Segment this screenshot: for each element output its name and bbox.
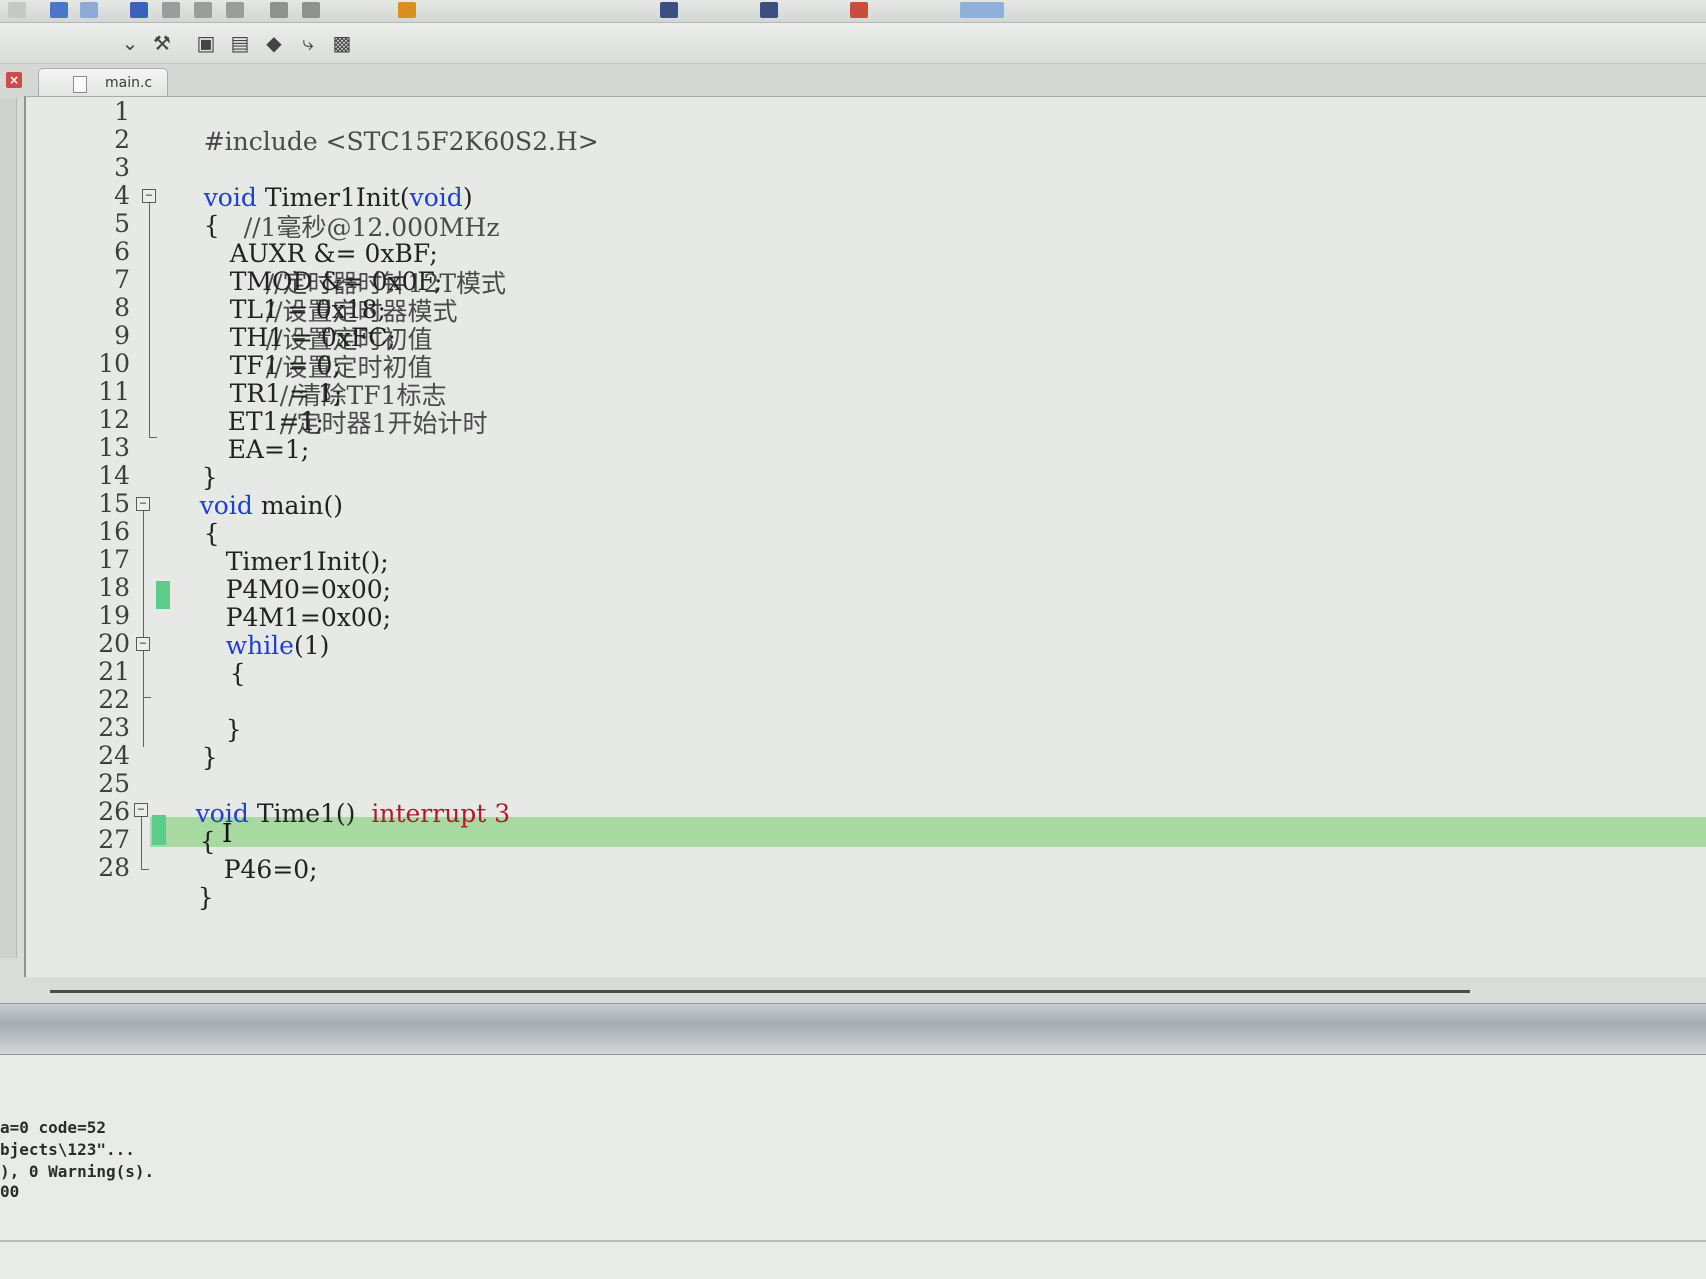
- fold-collapse-icon[interactable]: −: [134, 803, 148, 817]
- debug-icon[interactable]: [760, 2, 778, 18]
- line-number: 26: [98, 797, 130, 826]
- paren: ): [462, 183, 473, 212]
- line-number: 20: [98, 629, 130, 658]
- code-editor[interactable]: 1 2 3 4 5 6 7 8 9 10 11 12 13 14 15 16 1…: [24, 96, 1706, 977]
- fold-collapse-icon[interactable]: −: [142, 189, 156, 203]
- bookmark-icon[interactable]: [130, 2, 148, 18]
- line-number: 25: [98, 769, 130, 798]
- line-number: 2: [114, 125, 130, 154]
- tab-label: main.c: [105, 75, 153, 91]
- brace: }: [201, 743, 218, 772]
- function-name: Time1(): [248, 799, 364, 828]
- line-number: 12: [98, 405, 130, 434]
- horizontal-scrollbar[interactable]: [50, 990, 1470, 993]
- output-line: bjects\123"...: [0, 1140, 135, 1159]
- build-icon[interactable]: [398, 2, 416, 18]
- brace: {: [229, 659, 246, 688]
- line-number: 19: [98, 601, 130, 630]
- line-number: 6: [114, 237, 130, 266]
- redo-icon[interactable]: [80, 2, 98, 18]
- line-number: 7: [114, 265, 130, 294]
- output-line: a=0 code=52: [0, 1118, 106, 1137]
- statement: EA=1;: [227, 435, 310, 464]
- line-number: 10: [98, 349, 130, 378]
- pack-installer-icon[interactable]: ▣: [194, 31, 218, 55]
- manage-components-icon[interactable]: ◆: [262, 31, 286, 55]
- books-icon[interactable]: ▩: [330, 31, 354, 55]
- fold-guide-end: [141, 869, 149, 870]
- close-icon[interactable]: ×: [6, 72, 22, 88]
- line-number: 3: [114, 153, 130, 182]
- tab-main-c[interactable]: main.c: [38, 68, 168, 99]
- fold-guide: [141, 817, 142, 869]
- line-number: 18: [98, 573, 130, 602]
- editor-tab-bar: main.c: [0, 64, 1706, 99]
- line-number: 27: [98, 825, 130, 854]
- panel-divider: [0, 1240, 1706, 1242]
- outdent-icon[interactable]: [194, 2, 212, 18]
- line-number: 8: [114, 293, 130, 322]
- brace: }: [225, 715, 242, 744]
- line-number: 4: [114, 181, 130, 210]
- line-number: 14: [98, 461, 130, 490]
- line-number: 5: [114, 209, 130, 238]
- line-number: 17: [98, 545, 130, 574]
- output-line: 00: [0, 1182, 20, 1201]
- download-icon[interactable]: [660, 2, 678, 18]
- fold-guide: [149, 203, 150, 437]
- format-icon[interactable]: [302, 2, 320, 18]
- code-line-28: }: [150, 853, 214, 943]
- statement: P46=0;: [223, 855, 318, 884]
- line-number: 15: [98, 489, 130, 518]
- function-name: Timer1Init(: [256, 183, 410, 212]
- comment-icon[interactable]: [226, 2, 244, 18]
- fold-guide: [143, 511, 144, 747]
- project-panel-edge: [0, 98, 17, 958]
- breakpoint-icon[interactable]: [850, 2, 868, 18]
- line-number: 9: [114, 321, 130, 350]
- function-name: main(): [252, 491, 344, 520]
- interrupt-keyword: interrupt 3: [371, 799, 511, 828]
- keyword: void: [409, 183, 463, 212]
- build-output-panel: a=0 code=52 bjects\123"... ), 0 Warning(…: [0, 1055, 1706, 1279]
- indent-icon[interactable]: [162, 2, 180, 18]
- brace: }: [197, 883, 214, 912]
- fold-collapse-icon[interactable]: −: [136, 637, 150, 651]
- condition: (1): [293, 631, 330, 660]
- file-icon: [73, 76, 87, 93]
- line-number: 11: [98, 377, 130, 406]
- line-number: 24: [98, 741, 130, 770]
- run-time-env-icon[interactable]: ⤷: [296, 31, 320, 55]
- line-number: 16: [98, 517, 130, 546]
- line-number: 28: [98, 853, 130, 882]
- brace-match-highlight: [156, 581, 170, 609]
- secondary-toolbar: ⌄ ⚒ ▣ ▤ ◆ ⤷ ▩: [0, 23, 1706, 64]
- select-device-icon[interactable]: ▤: [228, 31, 252, 55]
- options-icon[interactable]: ⚒: [150, 31, 174, 55]
- panel-splitter[interactable]: [0, 1003, 1706, 1056]
- line-number-gutter: 1 2 3 4 5 6 7 8 9 10 11 12 13 14 15 16 1…: [26, 97, 134, 977]
- fold-collapse-icon[interactable]: −: [136, 497, 150, 511]
- line-number: 1: [114, 97, 130, 126]
- window-icon[interactable]: [960, 2, 1004, 18]
- preprocessor-directive: #include <STC15F2K60S2.H>: [203, 127, 599, 156]
- line-number: 13: [98, 433, 130, 462]
- line-number: 22: [98, 685, 130, 714]
- main-toolbar: [0, 0, 1706, 23]
- uncomment-icon[interactable]: [270, 2, 288, 18]
- line-number: 23: [98, 713, 130, 742]
- output-line: ), 0 Warning(s).: [0, 1162, 155, 1181]
- fold-guide-end: [143, 697, 151, 698]
- back-icon[interactable]: [8, 2, 26, 18]
- text-cursor-icon: I: [222, 819, 233, 849]
- dropdown-icon[interactable]: ⌄: [118, 31, 142, 55]
- undo-icon[interactable]: [50, 2, 68, 18]
- line-number: 21: [98, 657, 130, 686]
